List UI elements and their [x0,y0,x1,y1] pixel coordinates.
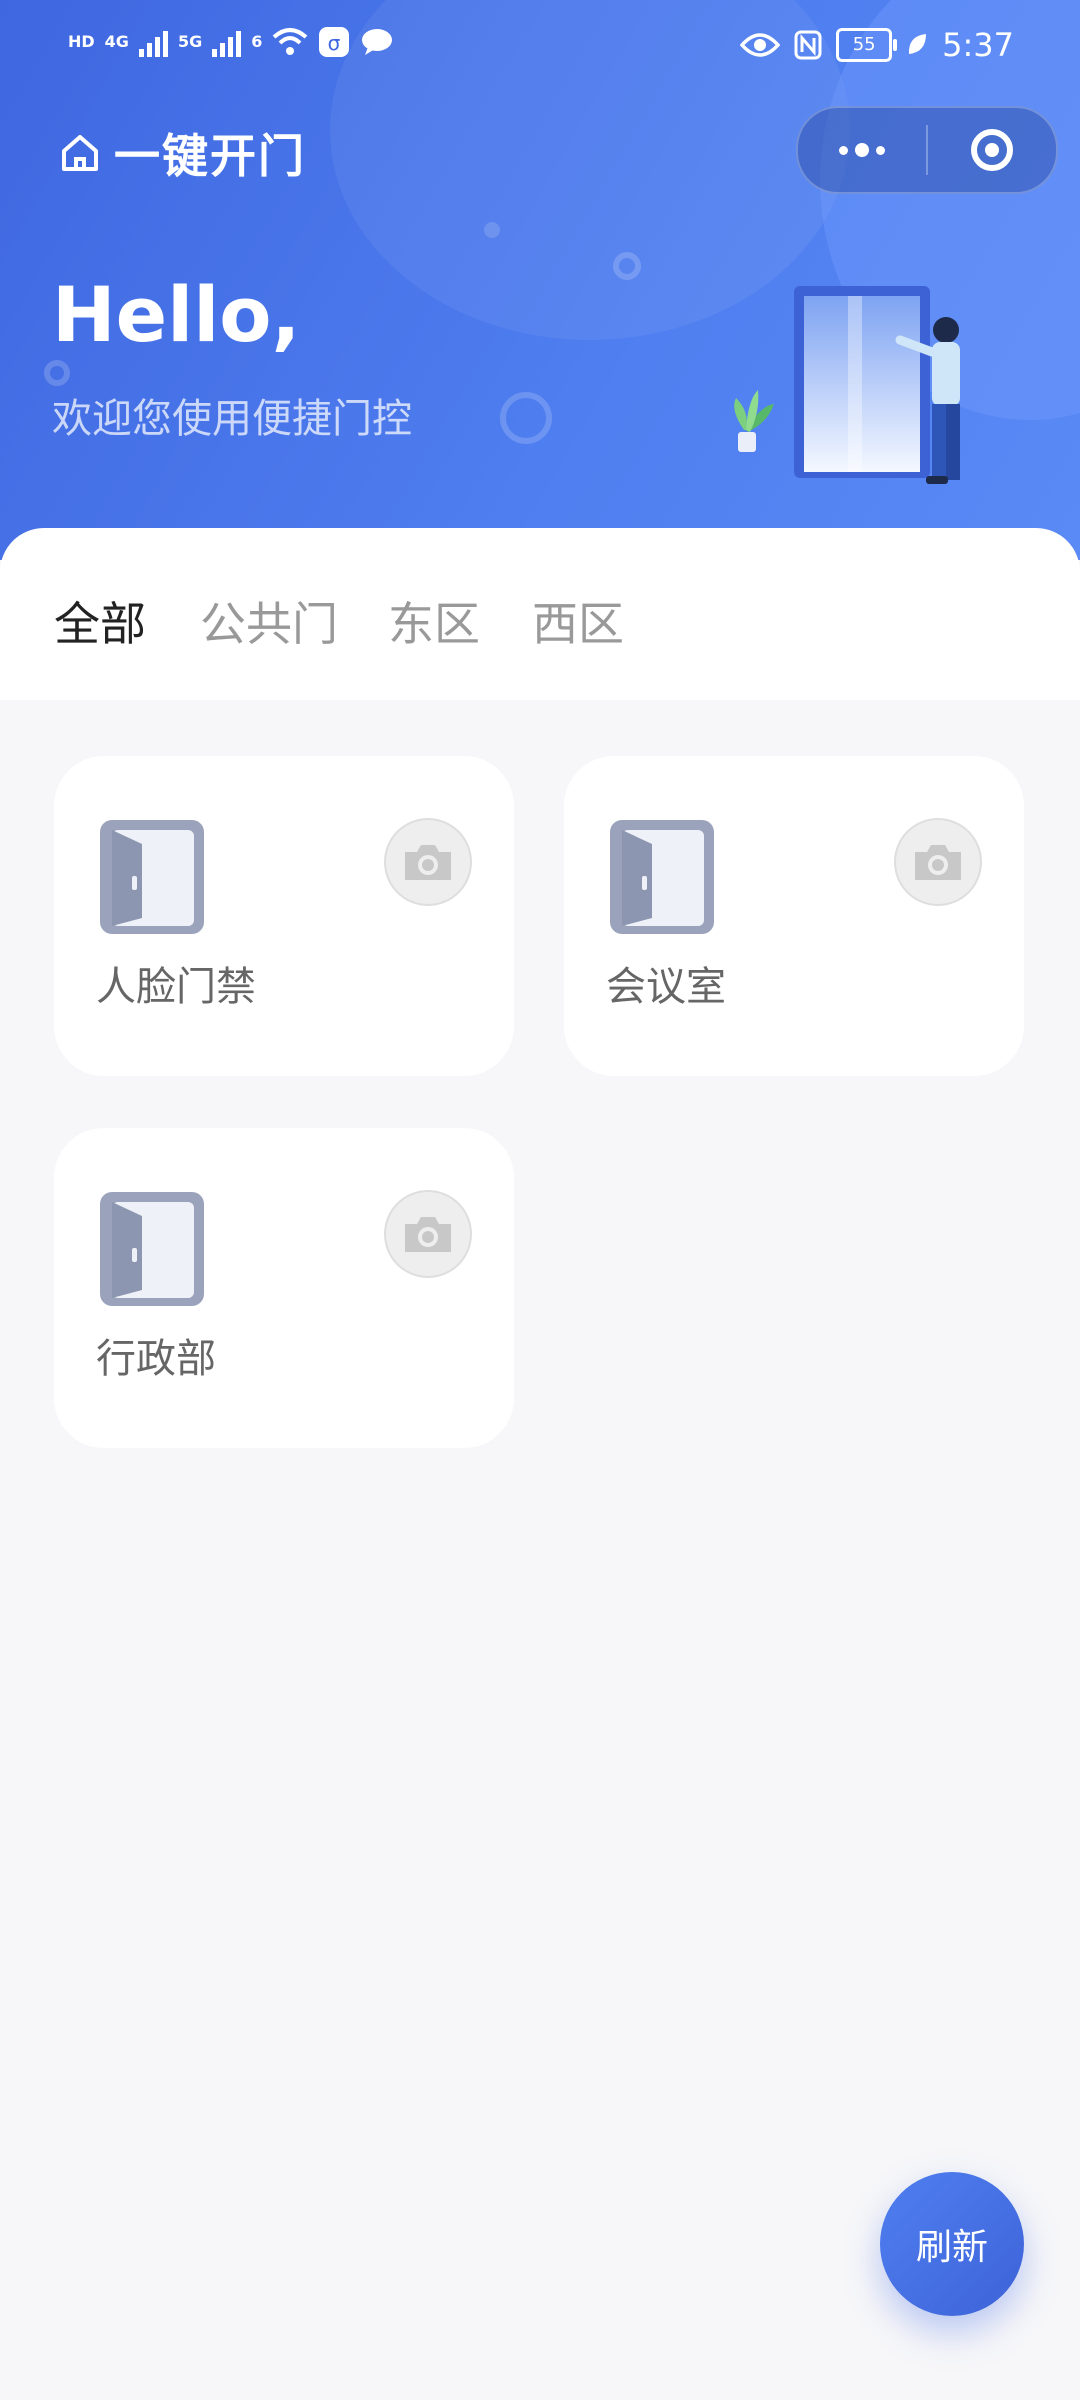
home-icon[interactable] [58,131,102,175]
status-bar: HD 4G 5G 6 σ 55 5:37 [0,0,1080,100]
camera-icon [915,845,961,880]
network-4g-label: 4G [104,32,129,51]
door-card[interactable]: 人脸门禁 [54,756,514,1076]
decor-ring [613,252,641,280]
tab-west-zone[interactable]: 西区 [532,588,624,654]
wifi-icon [273,28,308,55]
network-5g-label: 5G [177,32,203,51]
tab-east-zone[interactable]: 东区 [388,588,480,654]
door-icon [100,820,204,934]
door-name: 人脸门禁 [96,964,256,1010]
miniprogram-capsule [796,106,1058,194]
greeting: Hello, [52,270,301,359]
hd-icon: HD [68,32,95,51]
svg-text:σ: σ [328,31,341,55]
tab-all[interactable]: 全部 [54,588,146,654]
more-icon [839,143,885,157]
door-icon [100,1192,204,1306]
door-name: 行政部 [96,1336,216,1382]
camera-button[interactable] [384,818,472,906]
camera-button[interactable] [384,1190,472,1278]
nfc-icon [794,30,822,60]
decor-dot [484,222,500,238]
wifi-label: 6 [251,32,263,51]
close-miniprogram-button[interactable] [928,108,1056,192]
page-title: 一键开门 [114,129,306,183]
signal-icon [138,27,168,57]
battery-icon: 55 [836,28,898,62]
camera-icon [405,845,451,880]
chat-icon [362,29,393,55]
tab-bar: 全部 公共门 东区 西区 [0,528,1080,700]
signal-icon [212,27,242,57]
eye-icon [740,33,781,57]
door-card[interactable]: 会议室 [564,756,1024,1076]
door-name: 会议室 [606,964,726,1010]
tab-public-door[interactable]: 公共门 [200,588,338,654]
more-button[interactable] [798,108,926,192]
refresh-button[interactable]: 刷新 [880,2172,1024,2316]
status-time: 5:37 [942,26,1014,64]
leaf-icon [909,34,927,54]
alarm-icon: σ [319,27,350,57]
camera-button[interactable] [894,818,982,906]
decor-ring [44,360,70,386]
camera-icon [405,1217,451,1252]
target-icon [971,129,1013,171]
door-icon [610,820,714,934]
welcome-subtitle: 欢迎您使用便捷门控 [52,396,412,442]
header-banner: HD 4G 5G 6 σ 55 5:37 一键开门 Hello, 欢迎您使用便捷… [0,0,1080,560]
door-person-illustration [734,286,960,484]
door-card[interactable]: 行政部 [54,1128,514,1448]
nav-title[interactable]: 一键开门 [58,120,306,186]
decor-ring [500,392,552,444]
